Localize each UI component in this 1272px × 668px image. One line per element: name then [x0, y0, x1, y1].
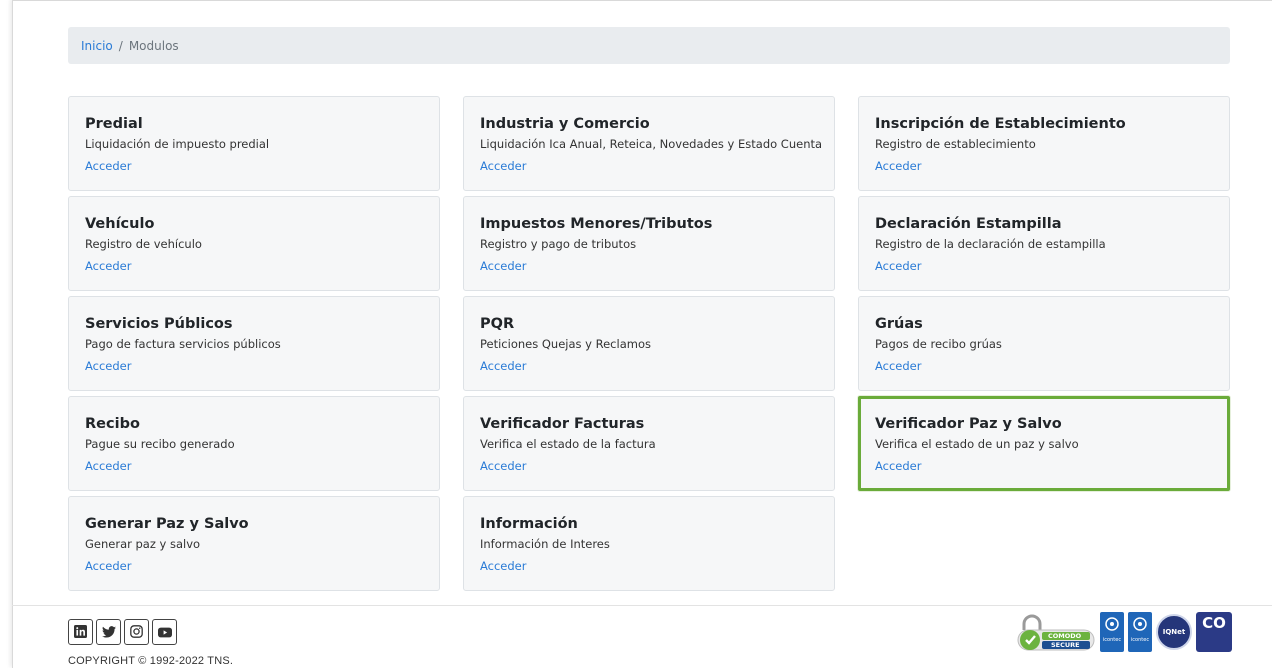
module-description: Verifica el estado de un paz y salvo [875, 437, 1079, 451]
module-title: PQR [480, 316, 515, 332]
module-description: Liquidación de impuesto predial [85, 137, 270, 151]
module-card-industria-comercio: Industria y Comercio Liquidación Ica Anu… [463, 96, 835, 191]
secure-label: SECURE [1051, 641, 1080, 649]
twitter-icon [101, 623, 116, 642]
module-title: Verificador Paz y Salvo [875, 416, 1062, 432]
module-title: Recibo [85, 416, 140, 432]
module-card-informacion: Información Información de Interes Acced… [463, 496, 835, 591]
module-description: Verifica el estado de la factura [480, 437, 656, 451]
module-description: Registro de vehículo [85, 237, 202, 251]
colombia-co-badge[interactable]: CO [1196, 612, 1232, 652]
icontec-logo-icon [1105, 616, 1119, 635]
module-card-recibo: Recibo Pague su recibo generado Acceder [68, 396, 440, 491]
module-card-servicios-publicos: Servicios Públicos Pago de factura servi… [68, 296, 440, 391]
module-access-link[interactable]: Acceder [85, 159, 132, 174]
module-access-link[interactable]: Acceder [480, 559, 527, 574]
breadcrumb: Inicio / Modulos [68, 27, 1230, 64]
module-access-link[interactable]: Acceder [480, 259, 527, 274]
icontec-logo-icon [1133, 616, 1147, 635]
linkedin-button[interactable] [68, 619, 93, 645]
breadcrumb-home-link[interactable]: Inicio [81, 39, 113, 53]
linkedin-icon [74, 623, 87, 642]
module-card-predial: Predial Liquidación de impuesto predial … [68, 96, 440, 191]
module-description: Registro y pago de tributos [480, 237, 637, 251]
twitter-button[interactable] [96, 619, 121, 645]
breadcrumb-current: Modulos [128, 38, 179, 53]
module-access-link[interactable]: Acceder [875, 259, 922, 274]
iqnet-badge[interactable]: IQNet [1156, 614, 1192, 650]
module-description: Liquidación Ica Anual, Reteica, Novedade… [480, 137, 823, 151]
module-access-link[interactable]: Acceder [875, 359, 922, 374]
instagram-button[interactable] [124, 619, 149, 645]
icontec-badge-2[interactable]: icontec [1128, 612, 1152, 652]
module-card-vehiculo: Vehículo Registro de vehículo Acceder [68, 196, 440, 291]
module-title: Declaración Estampilla [875, 216, 1062, 232]
module-title: Industria y Comercio [480, 116, 650, 132]
breadcrumb-separator: / [118, 38, 123, 53]
module-title: Servicios Públicos [85, 316, 233, 332]
module-description: Generar paz y salvo [85, 537, 201, 551]
module-card-inscripcion-establecimiento: Inscripción de Establecimiento Registro … [858, 96, 1230, 191]
module-title: Impuestos Menores/Tributos [480, 216, 713, 232]
module-title: Predial [85, 116, 143, 132]
comodo-secure-badge[interactable]: COMODO SECURE [1014, 612, 1096, 652]
module-description: Pago de factura servicios públicos [85, 337, 281, 351]
module-card-verificador-paz-salvo: Verificador Paz y Salvo Verifica el esta… [858, 396, 1230, 491]
module-title: Grúas [875, 316, 923, 332]
iqnet-label: IQNet [1162, 628, 1186, 636]
module-access-link[interactable]: Acceder [85, 359, 132, 374]
module-description: Pague su recibo generado [85, 437, 235, 451]
module-description: Registro de establecimiento [875, 137, 1036, 151]
module-card-pqr: PQR Peticiones Quejas y Reclamos Acceder [463, 296, 835, 391]
social-links [68, 619, 177, 645]
modules-grid: Predial Liquidación de impuesto predial … [68, 96, 1230, 591]
module-access-link[interactable]: Acceder [480, 459, 527, 474]
icontec-badge-1[interactable]: icontec [1100, 612, 1124, 652]
module-title: Inscripción de Establecimiento [875, 116, 1126, 132]
module-access-link[interactable]: Acceder [480, 359, 527, 374]
module-card-declaracion-estampilla: Declaración Estampilla Registro de la de… [858, 196, 1230, 291]
module-title: Generar Paz y Salvo [85, 516, 249, 532]
module-access-link[interactable]: Acceder [85, 459, 132, 474]
module-access-link[interactable]: Acceder [85, 259, 132, 274]
module-description: Peticiones Quejas y Reclamos [480, 337, 651, 351]
module-description: Información de Interes [480, 537, 610, 551]
comodo-label: COMODO [1048, 632, 1082, 640]
icontec-label: icontec [1130, 637, 1150, 643]
module-title: Vehículo [85, 216, 155, 232]
icontec-label: icontec [1102, 637, 1122, 643]
module-card-generar-paz-salvo: Generar Paz y Salvo Generar paz y salvo … [68, 496, 440, 591]
module-title: Información [480, 516, 578, 532]
youtube-button[interactable] [152, 619, 177, 645]
module-card-gruas: Grúas Pagos de recibo grúas Acceder [858, 296, 1230, 391]
module-description: Pagos de recibo grúas [875, 337, 1002, 351]
copyright-text: COPYRIGHT © 1992-2022 TNS. [68, 655, 234, 667]
module-access-link[interactable]: Acceder [875, 159, 922, 174]
instagram-icon [130, 623, 143, 642]
footer-divider [12, 605, 1272, 606]
youtube-icon [157, 623, 172, 642]
module-card-verificador-facturas: Verificador Facturas Verifica el estado … [463, 396, 835, 491]
module-description: Registro de la declaración de estampilla [875, 237, 1106, 251]
module-access-link[interactable]: Acceder [85, 559, 132, 574]
module-access-link[interactable]: Acceder [480, 159, 527, 174]
module-card-impuestos-menores: Impuestos Menores/Tributos Registro y pa… [463, 196, 835, 291]
certification-badges: COMODO SECURE icontec icontec IQNet CO [1014, 612, 1232, 652]
module-access-link[interactable]: Acceder [875, 459, 922, 474]
module-title: Verificador Facturas [480, 416, 645, 432]
co-label: CO [1202, 614, 1226, 632]
